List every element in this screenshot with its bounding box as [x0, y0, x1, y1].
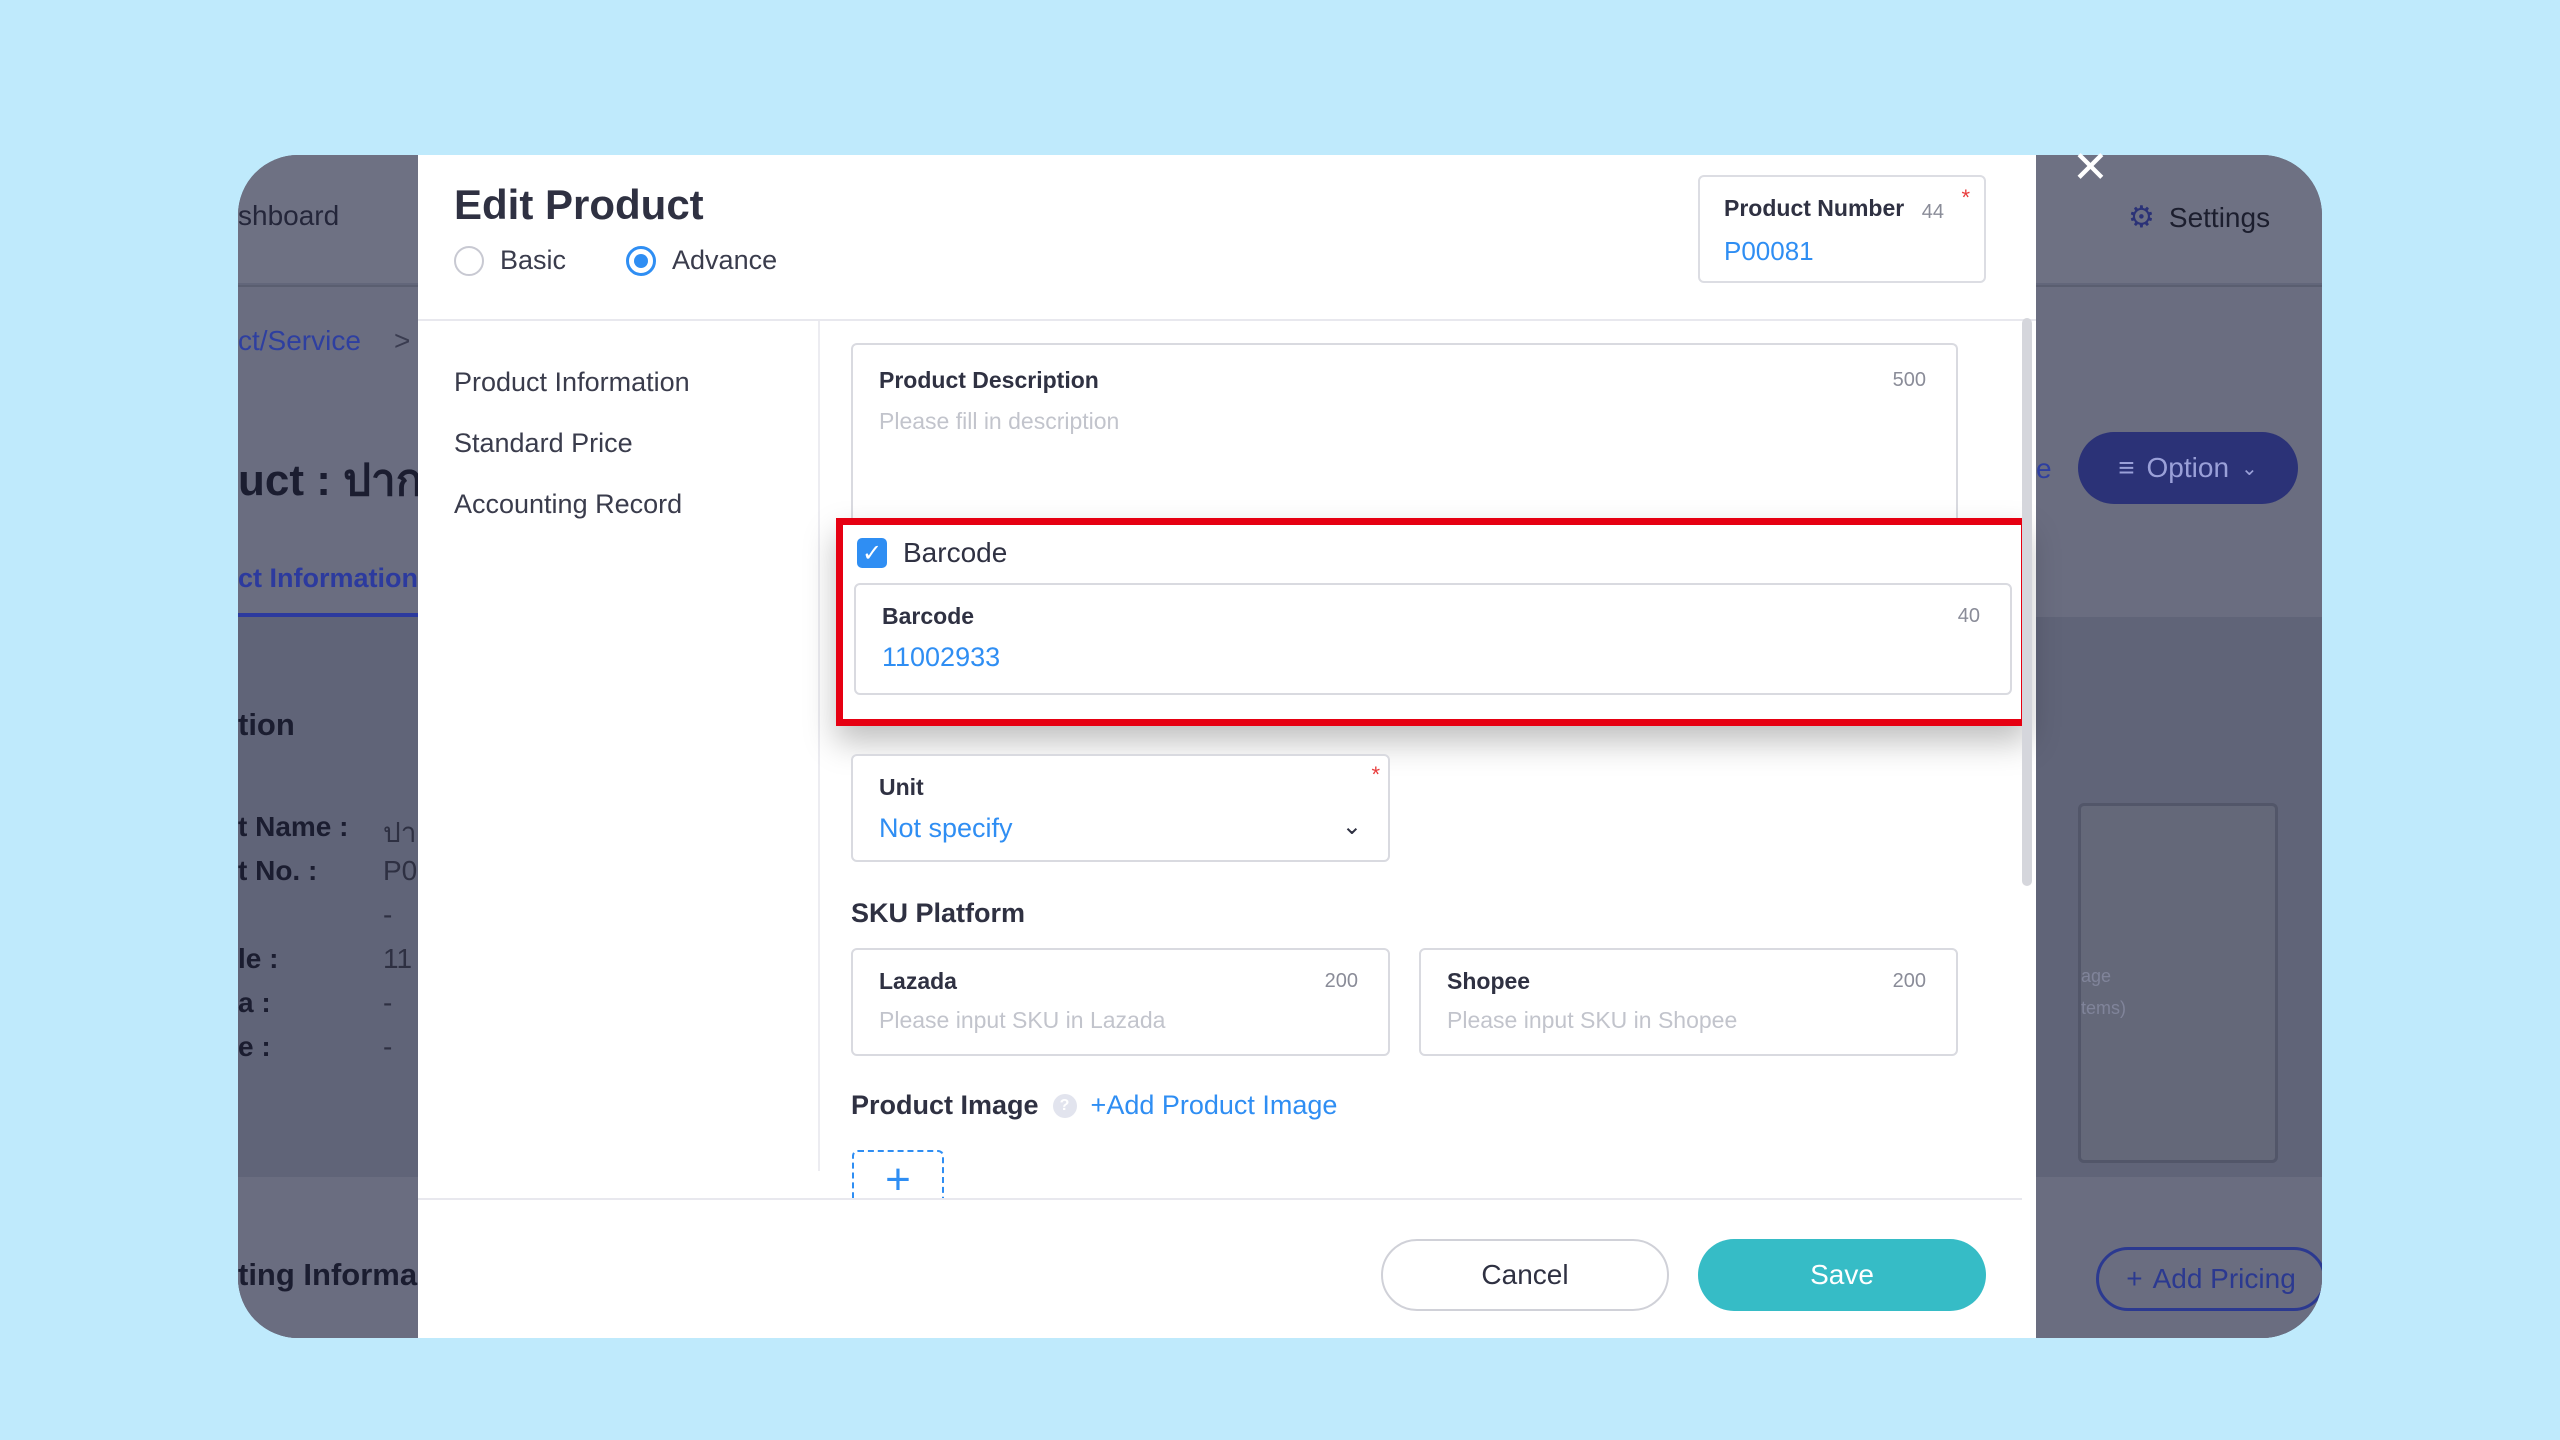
field-label: Lazada [879, 968, 957, 994]
menu-icon: ≡ [2118, 452, 2135, 483]
background-section-title: tion [238, 707, 295, 742]
breadcrumb-link[interactable]: ct/Service [238, 325, 361, 357]
field-label: Barcode [882, 603, 975, 629]
option-label: Option [2146, 452, 2230, 483]
footer-divider [418, 1198, 2022, 1200]
chevron-down-icon: ⌄ [1341, 813, 1362, 840]
unit-value: Not specify [879, 813, 1013, 843]
required-marker: * [1371, 762, 1380, 787]
radio-circle-selected [626, 245, 657, 276]
detail-label: a : [238, 987, 271, 1018]
product-image-header: Product Image ? +Add Product Image [851, 1090, 1337, 1121]
shopee-placeholder: Please input SKU in Shopee [1447, 1007, 1738, 1033]
plus-icon: + [885, 1155, 911, 1204]
sku-platform-title: SKU Platform [851, 898, 1026, 928]
detail-label: le : [238, 943, 279, 974]
radio-advance[interactable]: Advance [626, 245, 777, 276]
option-button[interactable]: ≡ Option ⌄ [2078, 432, 2298, 504]
product-number-field[interactable]: Product Number 44 * P00081 [1698, 175, 1986, 283]
add-pricing-label: Add Pricing [2152, 1263, 2296, 1294]
settings-button[interactable]: ⚙ Settings [2128, 200, 2270, 235]
barcode-toggle-label: Barcode [903, 537, 1008, 568]
radio-label: Advance [672, 245, 778, 275]
settings-label: Settings [2168, 201, 2271, 233]
add-product-image-link[interactable]: +Add Product Image [1091, 1090, 1338, 1121]
field-label: Shopee [1447, 968, 1531, 994]
lazada-placeholder: Please input SKU in Lazada [879, 1007, 1166, 1033]
detail-value: ปา [383, 817, 417, 848]
char-count: 40 [1957, 605, 1980, 627]
plus-icon: + [2126, 1263, 2143, 1294]
help-icon[interactable]: ? [1052, 1093, 1077, 1118]
char-count: 44 [1921, 201, 1944, 223]
product-image-title: Product Image [851, 1090, 1039, 1120]
nav-dashboard[interactable]: shboard [238, 200, 339, 232]
char-count: 200 [1324, 970, 1358, 992]
detail-value: - [383, 899, 393, 930]
background-image-box: age tems) [2078, 803, 2278, 1163]
char-count: 500 [1892, 369, 1926, 391]
gear-icon: ⚙ [2128, 201, 2155, 234]
background-tab-indicator [238, 613, 418, 617]
cancel-button[interactable]: Cancel [1381, 1239, 1669, 1311]
shopee-sku-input[interactable]: Shopee 200 Please input SKU in Shopee [1419, 948, 1958, 1056]
nav-item-product-information[interactable]: Product Information [454, 367, 690, 428]
image-upload-box[interactable]: + [852, 1150, 944, 1202]
modal-scrollbar[interactable] [2022, 318, 2032, 886]
radio-basic[interactable]: Basic [454, 245, 566, 276]
lazada-sku-input[interactable]: Lazada 200 Please input SKU in Lazada [851, 948, 1390, 1056]
modal-header: Edit Product Basic Advance Product Numbe… [418, 155, 2036, 321]
product-description-field[interactable]: Product Description 500 Please fill in d… [851, 343, 1958, 533]
detail-value: 11 [383, 943, 413, 974]
breadcrumb-separator: > [394, 325, 411, 356]
add-pricing-button[interactable]: + Add Pricing [2096, 1247, 2322, 1311]
checkbox-checked-icon[interactable]: ✓ [857, 538, 887, 568]
required-marker: * [1961, 185, 1970, 210]
chevron-down-icon: ⌄ [2241, 457, 2258, 480]
close-icon[interactable]: ✕ [2072, 146, 2109, 190]
product-number-value: P00081 [1724, 236, 1814, 266]
detail-label: t No. : [238, 855, 318, 886]
nav-item-standard-price[interactable]: Standard Price [454, 428, 690, 489]
radio-circle [454, 245, 484, 276]
background-tab-product-information[interactable]: ct Information [238, 563, 418, 594]
char-count: 200 [1892, 970, 1926, 992]
field-label: Unit [879, 774, 924, 800]
detail-value: P0 [383, 855, 418, 886]
background-box-text: tems) [2081, 998, 2126, 1018]
mode-radio-group: Basic Advance [454, 245, 777, 276]
nav-item-accounting-record[interactable]: Accounting Record [454, 489, 690, 550]
modal-section-nav: Product Information Standard Price Accou… [454, 367, 690, 550]
background-bottom-title: ting Informa [238, 1257, 418, 1292]
background-box-text: age [2081, 966, 2112, 986]
field-label: Product Description [879, 367, 1099, 393]
barcode-highlight-box: ✓ Barcode Barcode 40 11002933 [836, 518, 2028, 726]
save-button[interactable]: Save [1698, 1239, 1986, 1311]
background-link[interactable]: e [2036, 453, 2052, 485]
detail-value: - [383, 1031, 393, 1062]
detail-label: t Name : [238, 811, 349, 842]
detail-label: e : [238, 1031, 271, 1062]
radio-label: Basic [500, 245, 567, 275]
edit-product-modal: Edit Product Basic Advance Product Numbe… [418, 155, 2036, 1338]
description-placeholder: Please fill in description [879, 408, 1120, 434]
modal-title: Edit Product [454, 181, 704, 228]
detail-value: - [383, 987, 393, 1018]
nav-divider [818, 321, 820, 1171]
barcode-checkbox-row[interactable]: ✓ Barcode [857, 537, 1007, 569]
barcode-field[interactable]: Barcode 40 11002933 [854, 583, 2012, 695]
barcode-value: 11002933 [882, 642, 1001, 672]
unit-select[interactable]: Unit * Not specify ⌄ [851, 754, 1390, 862]
